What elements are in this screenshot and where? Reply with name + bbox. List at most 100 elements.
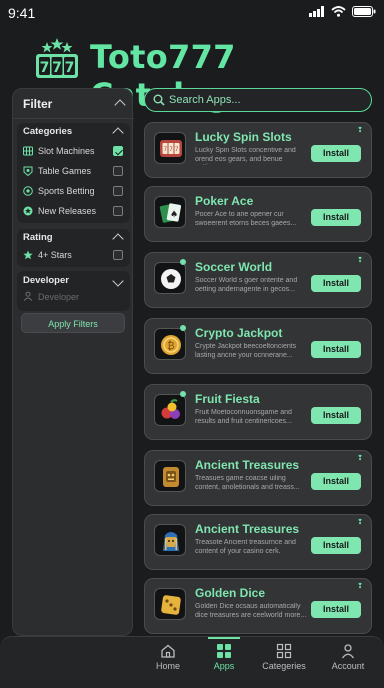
app-name: Ancient Treasures: [195, 458, 300, 472]
install-button[interactable]: Install: [311, 145, 361, 162]
svg-text:7 7 7: 7 7 7: [163, 146, 178, 153]
checkbox[interactable]: [113, 186, 123, 196]
filter-title: Filter: [23, 97, 53, 111]
tab-label: Apps: [213, 661, 235, 671]
status-bar: 9:41: [0, 0, 384, 26]
checkbox[interactable]: [113, 250, 123, 260]
filter-option-label: Slot Machines: [38, 146, 95, 156]
search-icon: [153, 94, 165, 106]
search-placeholder: Search Apps...: [169, 94, 241, 106]
svg-text:7: 7: [40, 60, 50, 76]
app-description: Crypte Jackpot beecoeltoncients lasting …: [195, 343, 297, 359]
fruit-icon: [154, 394, 186, 426]
soccer-ball-icon: [154, 262, 186, 294]
app-name: Soccer World: [195, 260, 273, 274]
star-icon: [23, 206, 33, 216]
apps-icon: [217, 644, 231, 658]
filter-option-label: 4+ Stars: [38, 250, 72, 260]
logo-icon: 7 7 7: [36, 38, 78, 78]
person-icon: [341, 644, 355, 659]
filter-option-label: Table Games: [38, 166, 92, 176]
slot-icon: [23, 146, 33, 156]
chevron-up-icon[interactable]: [112, 127, 124, 139]
svg-text:♠: ♠: [170, 210, 178, 220]
install-button[interactable]: Install: [311, 275, 361, 292]
filter-option-label: Sports Betting: [38, 186, 95, 196]
filter-option-4-stars[interactable]: 4+ Stars: [23, 247, 123, 265]
developer-placeholder: Developer: [38, 292, 80, 302]
app-name: Lucky Spin Slots: [195, 130, 292, 144]
tab-account[interactable]: Account: [316, 637, 380, 688]
chevron-up-icon[interactable]: [112, 233, 124, 245]
filter-header[interactable]: Filter: [13, 89, 134, 119]
install-button[interactable]: Install: [311, 473, 361, 490]
app-card[interactable]: 7 7 7 ❢ Lucky Spin Slots Lucky Spin Slot…: [144, 122, 372, 178]
install-button[interactable]: Install: [311, 537, 361, 554]
tab-home[interactable]: Home: [136, 637, 200, 688]
svg-text:7: 7: [65, 60, 75, 76]
developer-group: Developer Developer: [17, 271, 130, 311]
app-name: Fruit Fiesta: [195, 392, 260, 406]
app-card[interactable]: Fruit Fiesta Fruit Moetoconnuonsgame and…: [144, 384, 372, 440]
install-button[interactable]: Install: [311, 407, 361, 424]
install-button[interactable]: Install: [311, 341, 361, 358]
app-card[interactable]: ₿ Crypto Jackpot Crypte Jackpot beecoelt…: [144, 318, 372, 374]
install-button[interactable]: Install: [311, 209, 361, 226]
filter-option-slot-machines[interactable]: Slot Machines: [23, 143, 123, 161]
app-card[interactable]: ❢ Ancient Treasures Treasote Ancient tre…: [144, 514, 372, 570]
status-dot: [180, 325, 186, 331]
coin-icon: ₿: [154, 328, 186, 360]
apply-filters-button[interactable]: Apply Filters: [21, 313, 125, 333]
filter-option-new-releases[interactable]: New Releases: [23, 203, 123, 221]
status-dot: [180, 259, 186, 265]
developer-title: Developer: [23, 275, 69, 286]
ball-icon: [23, 186, 33, 196]
app-card[interactable]: ♠ Poker Ace Pocer Ace to ane opener cur …: [144, 186, 372, 242]
badge-icon: ❢: [357, 519, 363, 526]
filter-sidebar: Filter Categories Slot Machines Table Ga…: [12, 88, 134, 636]
app-card[interactable]: ❢ Golden Dice Golden Dice ocsaus automat…: [144, 578, 372, 634]
checkbox-checked[interactable]: [113, 146, 123, 156]
app-description: Pocer Ace to ane opener cur swoeerent et…: [195, 211, 297, 227]
filter-option-label: New Releases: [38, 206, 97, 216]
tab-categories[interactable]: Categeries: [252, 637, 316, 688]
badge-icon: ❢: [357, 127, 363, 134]
chevron-up-icon[interactable]: [114, 99, 126, 111]
svg-text:7: 7: [52, 60, 62, 76]
chevron-down-icon[interactable]: [112, 275, 124, 287]
app-name: Ancient Treasures: [195, 522, 300, 536]
tab-label: Account: [331, 661, 365, 671]
app-description: Lucky Spin Slots concentive and orend eo…: [195, 147, 296, 165]
app-description: Golden Dice ocsaus automatically dice tr…: [195, 603, 307, 619]
cards-icon: ♠: [154, 196, 186, 228]
badge-icon: ❢: [357, 455, 363, 462]
svg-text:₿: ₿: [167, 340, 174, 352]
bottom-nav: Home Apps Categeries Account: [0, 636, 384, 688]
app-name: Crypto Jackpot: [195, 326, 283, 340]
filter-option-table-games[interactable]: Table Games: [23, 163, 123, 181]
pharaoh-icon: [154, 524, 186, 556]
install-button[interactable]: Install: [311, 601, 361, 618]
app-card[interactable]: ❢ Ancient Treasures Treasues game coacse…: [144, 450, 372, 506]
slot-machine-icon: 7 7 7: [154, 132, 186, 164]
battery-icon: [352, 6, 376, 17]
developer-input[interactable]: Developer: [23, 289, 123, 307]
app-description: Fruit Moetoconnuonsgame and results and …: [195, 409, 292, 425]
wifi-icon: [331, 6, 346, 17]
tab-apps[interactable]: Apps: [192, 637, 256, 688]
checkbox[interactable]: [113, 166, 123, 176]
app-name: Poker Ace: [195, 194, 254, 208]
signal-icon: [309, 6, 324, 17]
search-input[interactable]: Search Apps...: [144, 88, 372, 112]
badge-icon: ❢: [357, 257, 363, 264]
checkbox[interactable]: [113, 206, 123, 216]
app-name: Golden Dice: [195, 586, 266, 600]
badge-icon: ❢: [357, 583, 363, 590]
app-description: Soccer World s goer ontente and oetting …: [195, 277, 298, 293]
app-description: Treasues game coacse uiling content, ano…: [195, 475, 300, 491]
status-icons: [309, 6, 376, 17]
table-icon: [23, 166, 33, 176]
app-description: Treasote Ancient treasurnce and content …: [195, 539, 296, 555]
app-card[interactable]: ❢ Soccer World Soccer World s goer onten…: [144, 252, 372, 308]
filter-option-sports-betting[interactable]: Sports Betting: [23, 183, 123, 201]
